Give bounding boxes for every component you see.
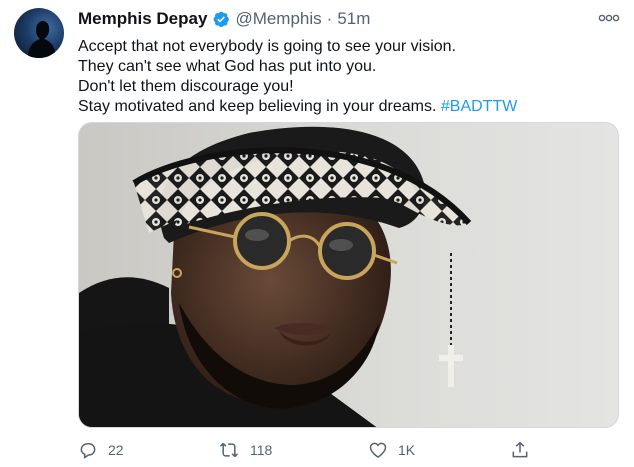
separator-dot: · bbox=[326, 9, 333, 28]
tweet-text: Accept that not everybody is going to se… bbox=[78, 37, 618, 117]
hashtag-link[interactable]: #BADTTW bbox=[441, 98, 517, 115]
share-icon bbox=[510, 440, 530, 460]
avatar[interactable] bbox=[14, 8, 64, 58]
like-icon bbox=[368, 440, 388, 460]
like-button[interactable]: 1K bbox=[368, 440, 415, 460]
share-button[interactable] bbox=[510, 440, 530, 460]
tweet-photo[interactable] bbox=[78, 122, 619, 428]
tweet-actions: 22 118 1K bbox=[78, 440, 619, 462]
author-handle[interactable]: @Memphis bbox=[235, 9, 321, 29]
timestamp[interactable]: 51m bbox=[337, 9, 370, 29]
author-name[interactable]: Memphis Depay bbox=[78, 9, 207, 29]
tweet-line-text: Stay motivated and keep believing in you… bbox=[78, 98, 437, 115]
more-icon[interactable] bbox=[598, 10, 620, 26]
retweet-button[interactable]: 118 bbox=[218, 440, 272, 460]
reply-count: 22 bbox=[108, 442, 124, 458]
retweet-count: 118 bbox=[250, 442, 273, 458]
tweet-line: They can't see what God has put into you… bbox=[78, 58, 377, 75]
like-count: 1K bbox=[398, 442, 416, 458]
tweet-header: Memphis Depay @Memphis · 51m bbox=[78, 9, 370, 29]
reply-icon bbox=[78, 440, 98, 460]
retweet-icon bbox=[218, 440, 240, 460]
tweet-line: Accept that not everybody is going to se… bbox=[78, 38, 456, 55]
verified-badge-icon bbox=[212, 10, 230, 28]
tweet-line: Stay motivated and keep believing in you… bbox=[78, 97, 618, 117]
tweet-line: Don't let them discourage you! bbox=[78, 78, 294, 95]
reply-button[interactable]: 22 bbox=[78, 440, 124, 460]
